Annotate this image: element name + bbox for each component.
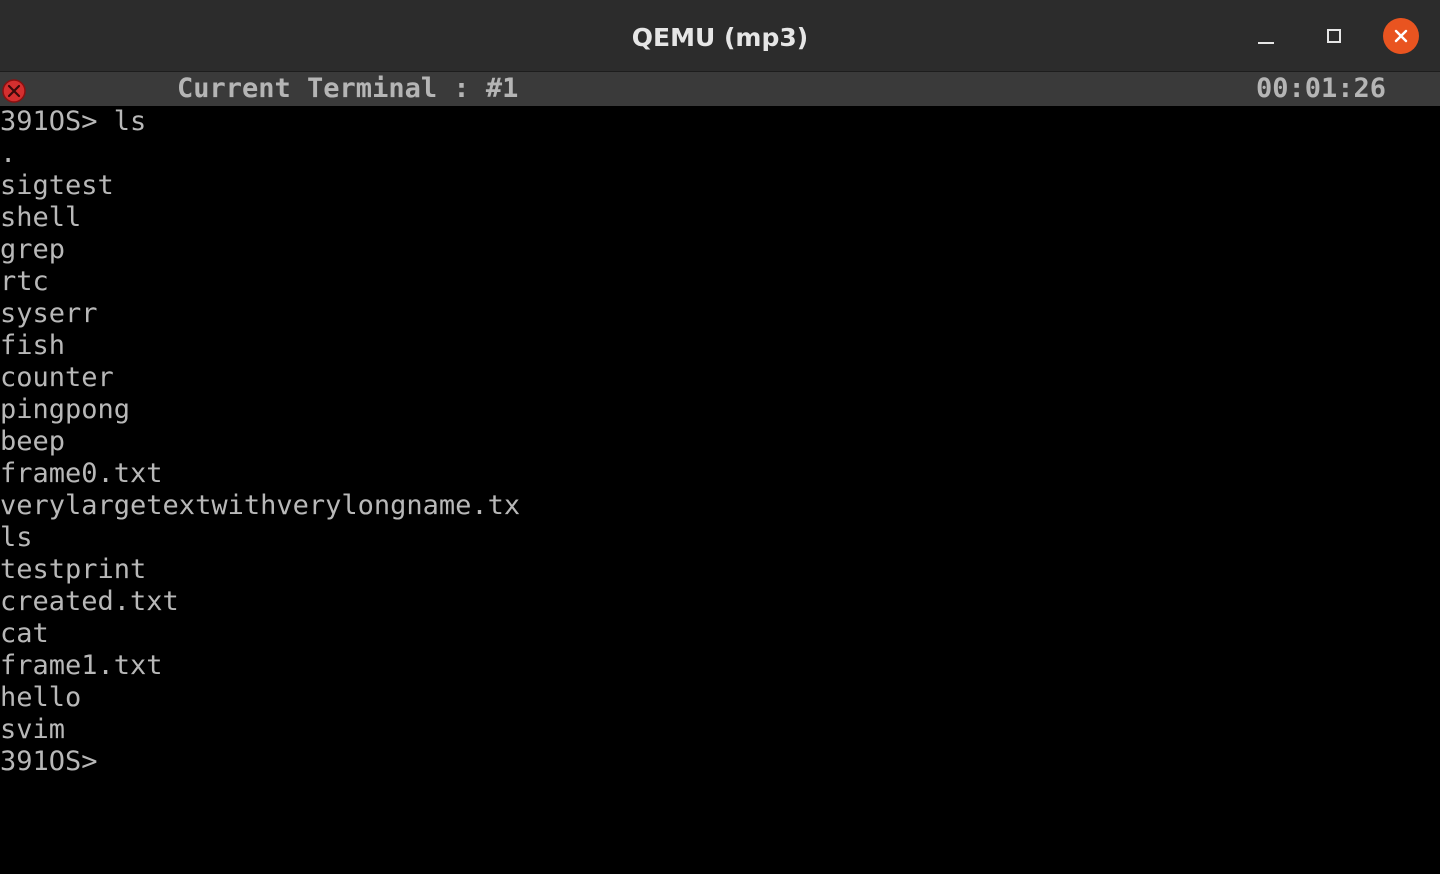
terminal-line: frame1.txt [0, 650, 163, 681]
window-title: QEMU (mp3) [631, 23, 809, 52]
qemu-window: QEMU (mp3) Current Terminal : #1 00:01:2… [0, 0, 1440, 874]
maximize-button[interactable] [1316, 18, 1352, 54]
terminal-line: verylargetextwithverylongname.tx [0, 490, 521, 521]
terminal-line: svim [0, 714, 66, 745]
minimize-icon [1258, 42, 1274, 44]
close-button[interactable] [1383, 18, 1419, 54]
maximize-icon [1327, 29, 1341, 43]
terminal-line: pingpong [0, 394, 131, 425]
minimize-button[interactable] [1248, 18, 1284, 54]
title-bar[interactable]: QEMU (mp3) [0, 0, 1440, 72]
terminal-line: sigtest [0, 170, 114, 201]
terminal-line: ls [0, 522, 33, 553]
terminal-line: grep [0, 234, 66, 265]
terminal-line: cat [0, 618, 49, 649]
clock-readout: 00:01:26 [1256, 73, 1387, 104]
terminal-line: rtc [0, 266, 49, 297]
terminal-line: counter [0, 362, 114, 393]
terminal-screen[interactable]: 391OS> ls . sigtest shell grep rtc syser… [0, 106, 1440, 874]
terminal-line: fish [0, 330, 66, 361]
terminal-line: shell [0, 202, 82, 233]
terminal-line: beep [0, 426, 66, 457]
terminal-line: created.txt [0, 586, 179, 617]
terminal-status-bar: Current Terminal : #1 00:01:26 [0, 72, 1440, 106]
terminal-line: . [0, 138, 17, 169]
terminal-line: testprint [0, 554, 147, 585]
terminal-line: 391OS> ls [0, 106, 147, 137]
terminal-line: syserr [0, 298, 98, 329]
error-circle-icon [2, 79, 26, 103]
terminal-prompt[interactable]: 391OS> [0, 746, 98, 778]
close-icon [1394, 29, 1408, 43]
current-terminal-label: Current Terminal : #1 [177, 73, 519, 104]
terminal-line: hello [0, 682, 82, 713]
terminal-line: frame0.txt [0, 458, 163, 489]
